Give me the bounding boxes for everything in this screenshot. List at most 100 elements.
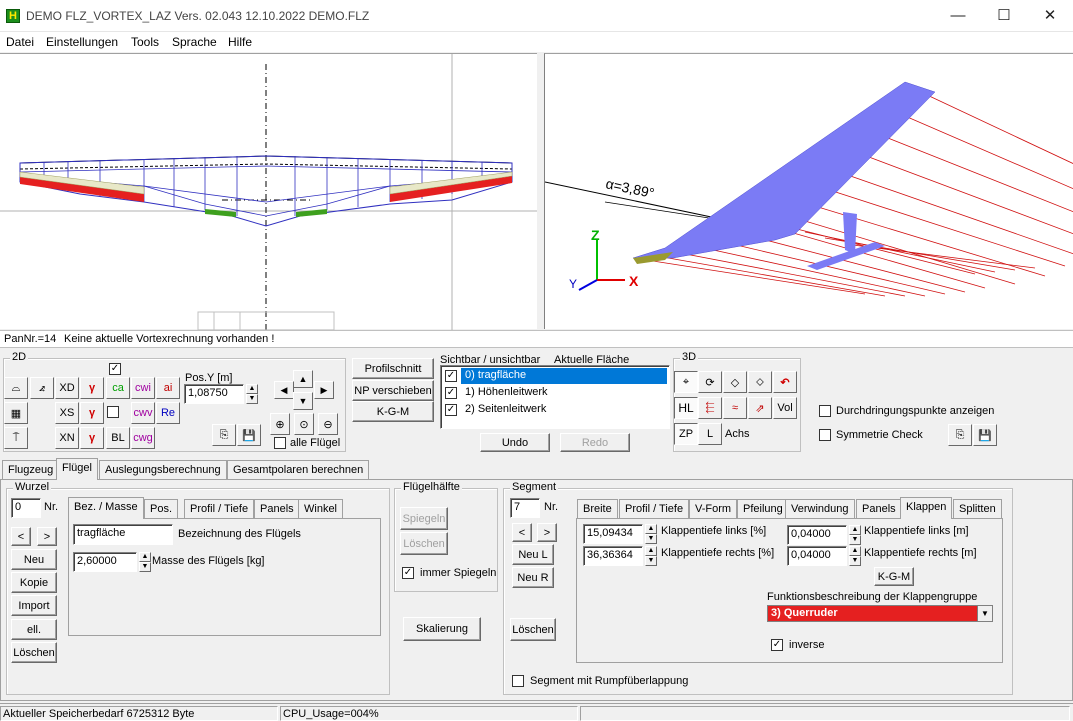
surface-0-checkbox[interactable]: ✓	[445, 370, 457, 382]
profilschnitt-button[interactable]: Profilschnitt	[352, 358, 434, 379]
vector-icon[interactable]: ⇗	[748, 397, 772, 419]
pos-y-stepper[interactable]: ▲ ▼	[246, 384, 258, 404]
segment-next-button[interactable]: >	[537, 523, 557, 542]
tab-profil-tiefe[interactable]: Profil / Tiefe	[184, 499, 255, 519]
achs-label[interactable]: Achs	[725, 428, 749, 440]
xn-button[interactable]: XN	[55, 427, 79, 449]
cwg-button[interactable]: cwg	[131, 427, 155, 449]
section-view-icon[interactable]: ⍑	[4, 427, 28, 449]
mesh-view-icon[interactable]: ▦	[4, 402, 28, 424]
wurzel-neu-button[interactable]: Neu	[11, 549, 57, 570]
xd-button[interactable]: XD	[55, 377, 79, 399]
wurzel-kopie-button[interactable]: Kopie	[11, 572, 57, 593]
gamma-v-icon[interactable]: γ	[80, 402, 104, 424]
re-button[interactable]: Re	[156, 402, 180, 424]
vol-button[interactable]: Vol	[773, 397, 797, 419]
xs-button[interactable]: XS	[55, 402, 79, 424]
cwv-button[interactable]: cwv	[131, 402, 155, 424]
neu-l-button[interactable]: Neu L	[512, 544, 554, 565]
tab-pfeilung[interactable]: Pfeilung	[737, 499, 789, 519]
klappe-rechts-m-stepper[interactable]: ▲ ▼	[849, 546, 861, 566]
view-3d[interactable]: Z X Y α=3,89°	[544, 53, 1073, 329]
surface-2-checkbox[interactable]: ✓	[445, 404, 457, 416]
redo-button[interactable]: Redo	[560, 433, 630, 452]
tab-winkel[interactable]: Winkel	[298, 499, 344, 519]
klappen-funktion-select[interactable]: 3) Querruder ▼	[767, 605, 993, 622]
hl-button[interactable]: HL	[674, 397, 698, 419]
view-2d[interactable]	[0, 53, 537, 331]
maximize-button[interactable]: ☐	[981, 0, 1027, 32]
wurzel-import-button[interactable]: Import	[11, 595, 57, 616]
kgm-button-top[interactable]: K-G-M	[352, 401, 434, 422]
fluegelhaelfte-loeschen-button[interactable]: Löschen	[400, 532, 448, 555]
wurzel-next-button[interactable]: >	[37, 527, 57, 546]
wing-mass-stepper[interactable]: ▲ ▼	[139, 552, 151, 572]
klappe-rechts-pct-stepper[interactable]: ▲ ▼	[645, 546, 657, 566]
klappe-links-m-stepper[interactable]: ▲ ▼	[849, 525, 861, 545]
klappe-links-pct-input[interactable]: 15,09434	[583, 524, 643, 544]
zoom-fit-icon[interactable]: ⊙	[294, 413, 314, 435]
menu-sprache[interactable]: Sprache	[172, 35, 217, 49]
wing-mass-input[interactable]: 2,60000	[73, 552, 137, 572]
klappe-links-pct-stepper[interactable]: ▲ ▼	[645, 524, 657, 544]
inverse-checkbox[interactable]: ✓	[771, 639, 783, 651]
surface-list[interactable]: ✓ 0) tragfläche ✓ 1) Höhenleitwerk ✓ 2) …	[440, 365, 670, 429]
rotate-3d-icon[interactable]: ⟳	[698, 371, 722, 393]
skalierung-button[interactable]: Skalierung	[403, 617, 481, 641]
surface-0-label[interactable]: 0) tragfläche	[465, 369, 526, 381]
tab-v-form[interactable]: V-Form	[689, 499, 738, 519]
pointer-icon[interactable]: ⌖	[674, 371, 698, 393]
klappe-rechts-m-input[interactable]: 0,04000	[787, 546, 847, 566]
ca-button[interactable]: ca	[106, 377, 130, 399]
cwi-button[interactable]: cwi	[131, 377, 155, 399]
tab-flugzeug[interactable]: Flugzeug	[2, 460, 60, 480]
tab-seg-panels[interactable]: Panels	[856, 499, 902, 519]
tab-seg-profil-tiefe[interactable]: Profil / Tiefe	[619, 499, 690, 519]
gamma-icon[interactable]: γ	[80, 377, 104, 399]
wurzel-nr-input[interactable]: 0	[11, 498, 41, 518]
wurzel-loeschen-button[interactable]: Löschen	[11, 642, 57, 663]
alle-fluegel-checkbox[interactable]	[274, 437, 286, 449]
pos-y-input[interactable]: 1,08750	[184, 384, 244, 404]
cwv-checkbox[interactable]	[107, 406, 119, 418]
kgm-button[interactable]: K-G-M	[874, 567, 914, 586]
tab-panels[interactable]: Panels	[254, 499, 300, 519]
tab-splitten[interactable]: Splitten	[953, 499, 1002, 519]
tab-bez-masse[interactable]: Bez. / Masse	[68, 497, 144, 519]
spiegeln-button[interactable]: Spiegeln	[400, 507, 448, 530]
pan-left-icon[interactable]: ◀	[274, 381, 294, 399]
durchdringung-checkbox[interactable]	[819, 405, 831, 417]
pan-up-icon[interactable]: ▲	[293, 370, 313, 388]
np-verschieben-button[interactable]: NP verschieben	[352, 380, 434, 401]
segment-nr-input[interactable]: 7	[510, 498, 540, 518]
klappe-links-m-input[interactable]: 0,04000	[787, 525, 847, 545]
zp-button[interactable]: ZP	[674, 423, 698, 445]
immer-spiegeln-checkbox[interactable]: ✓	[402, 567, 414, 579]
surface-2-label[interactable]: 2) Seitenleitwerk	[465, 403, 546, 415]
save-icon[interactable]: 💾	[237, 424, 261, 446]
surface-1-label[interactable]: 1) Höhenleitwerk	[465, 386, 548, 398]
wing-front-view-icon[interactable]: ⌓	[4, 377, 28, 399]
surface-1-checkbox[interactable]: ✓	[445, 387, 457, 399]
tab-breite[interactable]: Breite	[577, 499, 618, 519]
ai-button[interactable]: ai	[156, 377, 180, 399]
tab-fluegel[interactable]: Flügel	[56, 458, 98, 480]
streamline-icon[interactable]: ≈	[723, 397, 747, 419]
undo-view-icon[interactable]: ↶	[773, 371, 797, 393]
l-button[interactable]: L	[698, 423, 722, 445]
wake-icon[interactable]: ⬱	[698, 397, 722, 419]
segment-loeschen-button[interactable]: Löschen	[510, 618, 556, 641]
gamma-d-icon[interactable]: γ	[80, 427, 104, 449]
symmetrie-checkbox[interactable]	[819, 429, 831, 441]
save-3d-icon[interactable]: 💾	[973, 424, 997, 446]
tab-klappen[interactable]: Klappen	[900, 497, 953, 519]
wing-top-icon[interactable]: ◇	[723, 371, 747, 393]
export-3d-icon[interactable]: ⎘	[948, 424, 972, 446]
bl-button[interactable]: BL	[106, 427, 130, 449]
segment-prev-button[interactable]: <	[512, 523, 532, 542]
chevron-down-icon[interactable]: ▼	[977, 606, 992, 621]
2d-visibility-checkbox[interactable]: ✓	[109, 363, 121, 375]
undo-button[interactable]: Undo	[480, 433, 550, 452]
export-icon[interactable]: ⎘	[212, 424, 236, 446]
neu-r-button[interactable]: Neu R	[512, 567, 554, 588]
